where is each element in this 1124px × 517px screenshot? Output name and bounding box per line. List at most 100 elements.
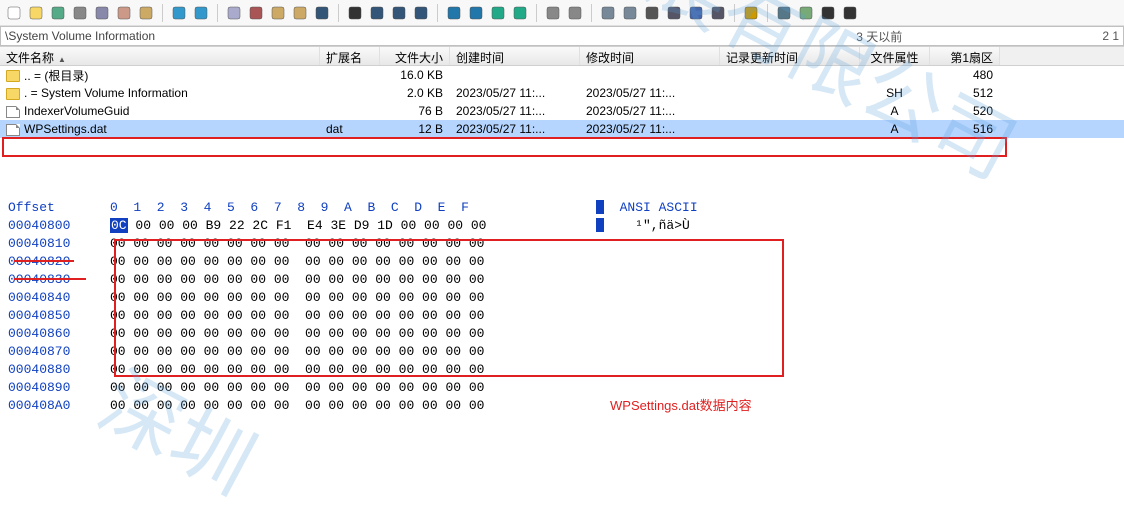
- file-ext: [320, 91, 380, 95]
- print-icon[interactable]: [70, 3, 90, 23]
- next-icon[interactable]: [840, 3, 860, 23]
- file-attr: A: [860, 120, 930, 138]
- hex-ascii-header: ANSI ASCII: [580, 200, 740, 215]
- hex-offset: 000408A0: [0, 398, 110, 413]
- file-attr: [860, 73, 930, 77]
- hex-offset: 00040830: [0, 272, 110, 287]
- nav-b-icon[interactable]: [565, 3, 585, 23]
- hex-ascii: ¹",ñä>Ù: [580, 218, 740, 233]
- paste-icon[interactable]: [268, 3, 288, 23]
- goto-start-icon[interactable]: [444, 3, 464, 23]
- toolbar-separator: [162, 4, 163, 22]
- col-header-name[interactable]: 文件名称: [0, 47, 320, 65]
- hex-bytes: 00 00 00 00 00 00 00 00 00 00 00 00 00 0…: [110, 380, 580, 395]
- calc-icon[interactable]: [664, 3, 684, 23]
- paste-special-icon[interactable]: [290, 3, 310, 23]
- file-name: WPSettings.dat: [24, 122, 107, 136]
- hex-row[interactable]: 0004084000 00 00 00 00 00 00 00 00 00 00…: [0, 288, 1124, 306]
- col-header-ctime[interactable]: 创建时间: [450, 47, 580, 65]
- file-rtime: [720, 109, 860, 113]
- find-hex-icon[interactable]: [367, 3, 387, 23]
- goto-end-icon[interactable]: [466, 3, 486, 23]
- file-size: 12 B: [380, 120, 450, 138]
- camera-icon[interactable]: [708, 3, 728, 23]
- file-size: 16.0 KB: [380, 66, 450, 84]
- col-header-attr[interactable]: 文件属性: [860, 47, 930, 65]
- hex-bytes: 00 00 00 00 00 00 00 00 00 00 00 00 00 0…: [110, 290, 580, 305]
- file-attr: A: [860, 102, 930, 120]
- col-header-rtime[interactable]: 记录更新时间: [720, 47, 860, 65]
- file-grid-body: .. = (根目录)16.0 KB480. = System Volume In…: [0, 66, 1124, 138]
- cut-icon[interactable]: [246, 3, 266, 23]
- new-doc-icon[interactable]: [4, 3, 24, 23]
- file-attr: SH: [860, 84, 930, 102]
- print-preview-icon[interactable]: [92, 3, 112, 23]
- search-icon[interactable]: [686, 3, 706, 23]
- hex-row[interactable]: 0004087000 00 00 00 00 00 00 00 00 00 00…: [0, 342, 1124, 360]
- table-row[interactable]: WPSettings.datdat12 B2023/05/27 11:...20…: [0, 120, 1124, 138]
- col-header-mtime[interactable]: 修改时间: [580, 47, 720, 65]
- table-row[interactable]: .. = (根目录)16.0 KB480: [0, 66, 1124, 84]
- file-mtime: 2023/05/27 11:...: [580, 102, 720, 120]
- redo-icon[interactable]: [191, 3, 211, 23]
- hex-row[interactable]: 0004088000 00 00 00 00 00 00 00 00 00 00…: [0, 360, 1124, 378]
- hex-bytes: 00 00 00 00 00 00 00 00 00 00 00 00 00 0…: [110, 344, 580, 359]
- highlight-box-selected-file: [2, 137, 1007, 157]
- clipboard-icon[interactable]: [114, 3, 134, 23]
- replace-hex-icon[interactable]: [411, 3, 431, 23]
- folder-icon: [6, 70, 20, 82]
- file-rtime: [720, 91, 860, 95]
- find-icon[interactable]: [345, 3, 365, 23]
- hex-offset: 00040820: [0, 254, 110, 269]
- back-icon[interactable]: [488, 3, 508, 23]
- file-ctime: 2023/05/27 11:...: [450, 84, 580, 102]
- col-header-sect[interactable]: 第1扇区: [930, 47, 1000, 65]
- open-folder-icon[interactable]: [26, 3, 46, 23]
- file-size: 76 B: [380, 102, 450, 120]
- copy-icon[interactable]: [224, 3, 244, 23]
- table-row[interactable]: . = System Volume Information2.0 KB2023/…: [0, 84, 1124, 102]
- nav-a-icon[interactable]: [543, 3, 563, 23]
- save-icon[interactable]: [48, 3, 68, 23]
- ascii-cursor-icon: [596, 218, 604, 232]
- toolbar-separator: [734, 4, 735, 22]
- hex-row[interactable]: 0004083000 00 00 00 00 00 00 00 00 00 00…: [0, 270, 1124, 288]
- hex-row[interactable]: 000408000C 00 00 00 B9 22 2C F1 E4 3E D9…: [0, 216, 1124, 234]
- file-mtime: 2023/05/27 11:...: [580, 120, 720, 138]
- main-toolbar: [0, 0, 1124, 26]
- hex-bytes: 00 00 00 00 00 00 00 00 00 00 00 00 00 0…: [110, 326, 580, 341]
- toolbar-separator: [591, 4, 592, 22]
- prev-icon[interactable]: [818, 3, 838, 23]
- cabinet-icon[interactable]: [136, 3, 156, 23]
- hex-row[interactable]: 0004081000 00 00 00 00 00 00 00 00 00 00…: [0, 234, 1124, 252]
- gear-icon[interactable]: [741, 3, 761, 23]
- hex-row[interactable]: 0004089000 00 00 00 00 00 00 00 00 00 00…: [0, 378, 1124, 396]
- hex-row[interactable]: 0004082000 00 00 00 00 00 00 00 00 00 00…: [0, 252, 1124, 270]
- hex-row[interactable]: 0004085000 00 00 00 00 00 00 00 00 00 00…: [0, 306, 1124, 324]
- file-ctime: [450, 73, 580, 77]
- hex-offset: 00040850: [0, 308, 110, 323]
- tree-icon[interactable]: [774, 3, 794, 23]
- hex-bytes: 00 00 00 00 00 00 00 00 00 00 00 00 00 0…: [110, 236, 580, 251]
- disk-icon[interactable]: [598, 3, 618, 23]
- hex-offset: 00040860: [0, 326, 110, 341]
- undo-icon[interactable]: [169, 3, 189, 23]
- col-header-ext[interactable]: 扩展名: [320, 47, 380, 65]
- hex-label-icon[interactable]: [389, 3, 409, 23]
- binary-icon[interactable]: [312, 3, 332, 23]
- report-icon[interactable]: [796, 3, 816, 23]
- hex-row[interactable]: 000408A000 00 00 00 00 00 00 00 00 00 00…: [0, 396, 1124, 414]
- toolbar-separator: [536, 4, 537, 22]
- forward-icon[interactable]: [510, 3, 530, 23]
- chip-icon[interactable]: [642, 3, 662, 23]
- toolbar-separator: [217, 4, 218, 22]
- file-mtime: 2023/05/27 11:...: [580, 84, 720, 102]
- file-size: 2.0 KB: [380, 84, 450, 102]
- file-name: IndexerVolumeGuid: [24, 104, 129, 118]
- table-row[interactable]: IndexerVolumeGuid76 B2023/05/27 11:...20…: [0, 102, 1124, 120]
- disk2-icon[interactable]: [620, 3, 640, 23]
- file-sector: 516: [930, 120, 1000, 138]
- col-header-size[interactable]: 文件大小: [380, 47, 450, 65]
- hex-row[interactable]: 0004086000 00 00 00 00 00 00 00 00 00 00…: [0, 324, 1124, 342]
- file-ctime: 2023/05/27 11:...: [450, 120, 580, 138]
